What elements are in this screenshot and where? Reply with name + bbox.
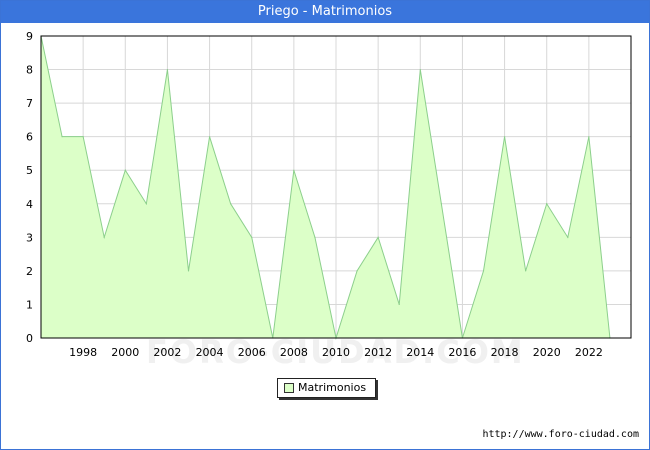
- x-tick-label: 2010: [322, 346, 350, 359]
- data-point: [377, 236, 379, 238]
- data-point: [314, 236, 316, 238]
- data-point: [356, 270, 358, 272]
- data-point: [166, 68, 169, 71]
- data-point: [525, 270, 527, 272]
- chart-frame: Priego - Matrimonios FORO-CIUDAD.COM 012…: [0, 0, 650, 450]
- data-point: [419, 68, 421, 71]
- data-point: [61, 136, 63, 138]
- x-tick-label: 2006: [238, 346, 266, 359]
- x-tick-label: 2000: [111, 346, 139, 359]
- y-tick-label: 6: [26, 131, 33, 144]
- data-point: [251, 236, 253, 238]
- x-tick-label: 2022: [575, 346, 603, 359]
- data-point: [398, 303, 400, 306]
- data-point: [293, 169, 295, 171]
- y-tick-label: 1: [26, 298, 33, 311]
- legend-label: Matrimonios: [298, 381, 367, 394]
- y-tick-label: 3: [26, 231, 33, 244]
- data-point: [567, 236, 569, 238]
- y-tick-label: 8: [26, 64, 33, 77]
- x-tick-label: 2020: [533, 346, 561, 359]
- data-point: [208, 136, 211, 138]
- data-point: [440, 203, 442, 205]
- data-point: [124, 169, 126, 171]
- data-point: [82, 136, 84, 138]
- y-tick-label: 4: [26, 198, 33, 211]
- x-tick-label: 2016: [448, 346, 476, 359]
- footer-url: http://www.foro-ciudad.com: [482, 429, 639, 440]
- legend-swatch: [284, 383, 294, 393]
- y-tick-label: 0: [26, 332, 33, 345]
- x-tick-label: 2014: [406, 346, 434, 359]
- x-tick-label: 2008: [280, 346, 308, 359]
- y-tick-label: 9: [26, 30, 33, 43]
- legend: Matrimonios: [277, 378, 376, 398]
- x-tick-label: 2002: [153, 346, 181, 359]
- y-tick-label: 2: [26, 265, 33, 278]
- x-tick-label: 1998: [69, 346, 97, 359]
- data-point: [187, 270, 190, 272]
- data-point: [482, 270, 485, 272]
- x-tick-label: 2012: [364, 346, 392, 359]
- data-point: [103, 236, 105, 238]
- data-point: [546, 203, 548, 205]
- data-point: [588, 136, 590, 138]
- data-point: [503, 136, 506, 138]
- data-point: [230, 203, 232, 205]
- y-tick-label: 7: [26, 97, 33, 110]
- y-tick-label: 5: [26, 164, 33, 177]
- x-tick-label: 2018: [491, 346, 519, 359]
- data-point: [145, 203, 147, 205]
- x-tick-label: 2004: [196, 346, 224, 359]
